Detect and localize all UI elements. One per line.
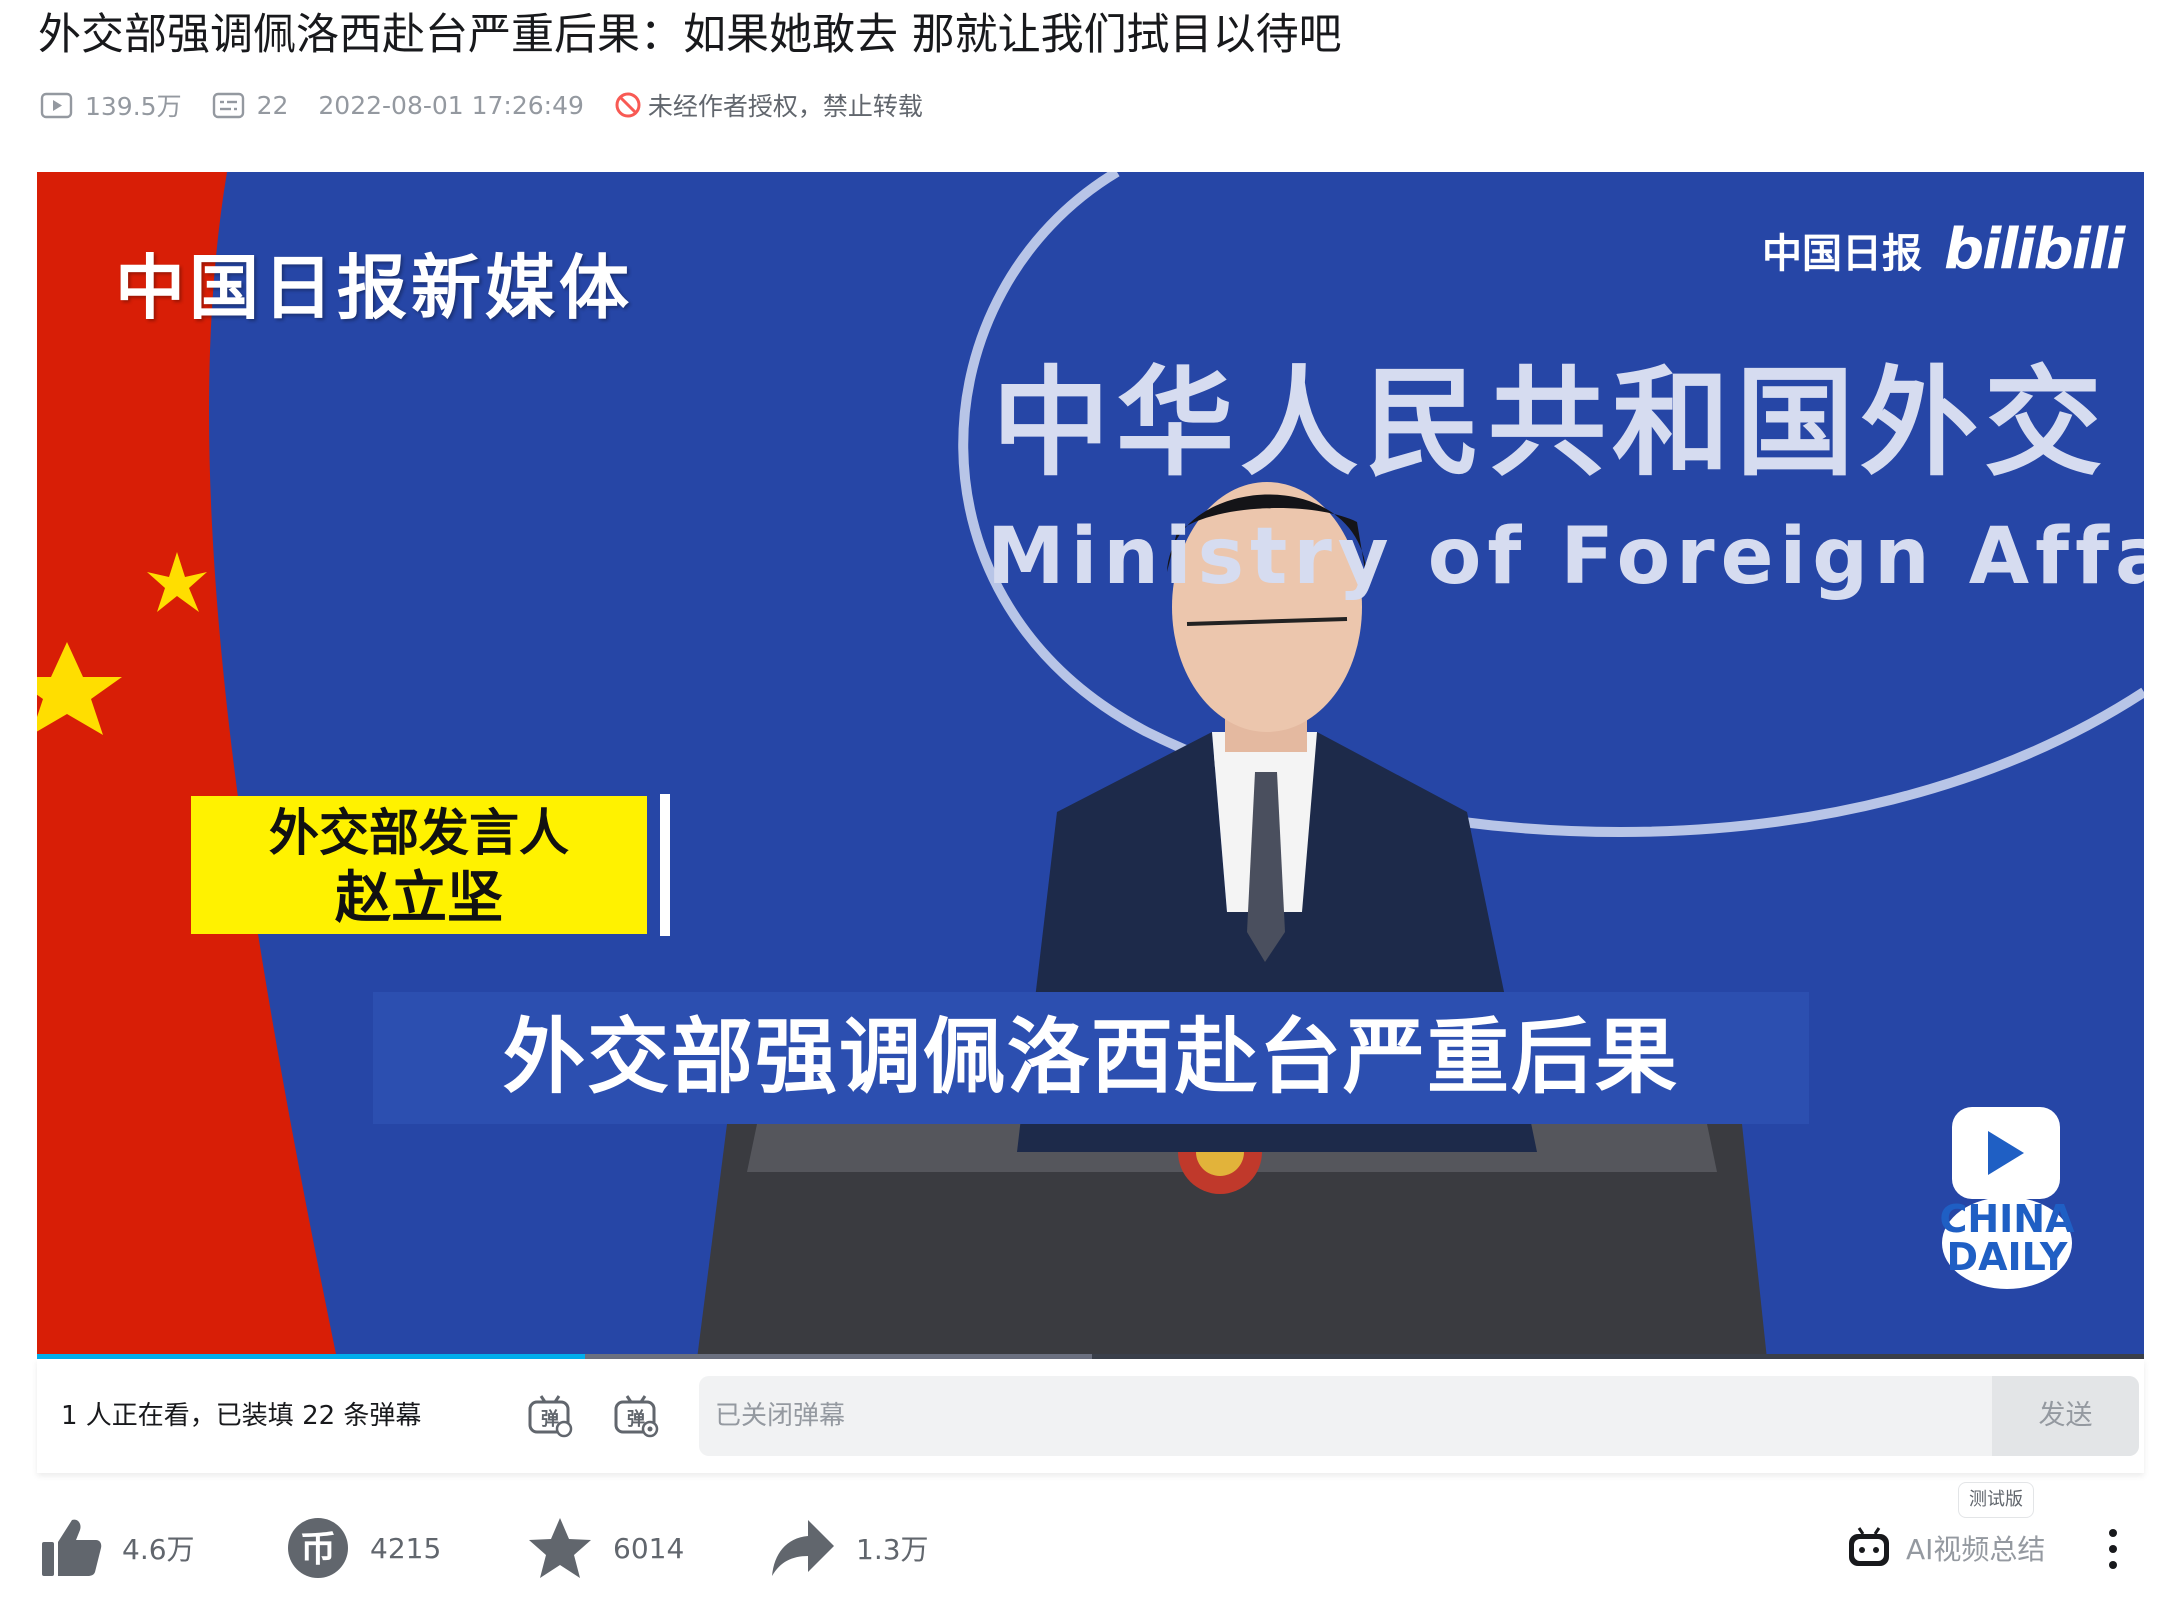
share-button[interactable]: 1.3万 xyxy=(770,1503,929,1593)
video-meta-row: 139.5万 22 2022-08-01 17:26:49 未经作者授权，禁止转… xyxy=(40,83,953,127)
view-count: 139.5万 xyxy=(40,87,182,123)
more-options-icon[interactable] xyxy=(2106,1527,2120,1571)
bilibili-logo: bilibili xyxy=(1944,217,2125,282)
china-daily-logo: CHINA DAILY xyxy=(1937,1107,2077,1292)
speaker-caption: 外交部发言人 赵立坚 xyxy=(191,796,647,934)
svg-text:币: 币 xyxy=(300,1529,336,1570)
publish-time: 2022-08-01 17:26:49 xyxy=(318,90,584,120)
star-icon xyxy=(529,1518,591,1578)
video-player[interactable]: 中国日报新媒体 中国日报 bilibili 中华人民共和国外交 Ministry… xyxy=(37,172,2144,1359)
danmaku-toggle-icon[interactable]: 弹 xyxy=(527,1392,573,1438)
share-arrow-icon xyxy=(772,1520,834,1576)
view-count-value: 139.5万 xyxy=(85,92,182,121)
danmaku-count: 22 xyxy=(212,90,289,120)
copyright-text: 未经作者授权，禁止转载 xyxy=(647,92,923,121)
corner-logo-text: 中国日报 xyxy=(1762,230,1922,277)
danmaku-icon xyxy=(212,92,244,118)
play-count-icon xyxy=(40,92,73,118)
forbidden-icon xyxy=(615,92,641,118)
danmaku-settings-icon[interactable]: 弹 xyxy=(613,1392,659,1438)
share-count: 1.3万 xyxy=(856,1533,929,1566)
danmaku-input[interactable] xyxy=(699,1376,2139,1456)
china-daily-line2: DAILY xyxy=(1946,1235,2068,1279)
action-bar: 4.6万 币 4215 6014 1.3万 AI视频总结 xyxy=(40,1503,2150,1593)
backdrop-cn-text: 中华人民共和国外交 xyxy=(992,354,2109,492)
speaker-title: 外交部发言人 xyxy=(269,804,569,862)
speaker-name: 赵立坚 xyxy=(335,866,503,931)
coin-icon: 币 xyxy=(288,1518,348,1578)
frame-watermark: 中国日报新媒体 xyxy=(115,246,633,329)
danmaku-bar: 1 人正在看，已装填 22 条弹幕 弹 弹 发送 xyxy=(37,1359,2144,1473)
subtitle-text: 外交部强调佩洛西赴台严重后果 xyxy=(502,1010,1679,1105)
favorite-count: 6014 xyxy=(613,1531,685,1565)
coin-count: 4215 xyxy=(370,1531,442,1565)
beta-badge: 测试版 xyxy=(1958,1482,2034,1518)
copyright-notice: 未经作者授权，禁止转载 xyxy=(614,87,923,123)
play-icon xyxy=(1988,1131,2024,1175)
backdrop-en-text: Ministry of Foreign Affa xyxy=(987,512,2144,602)
corner-logo: 中国日报 bilibili xyxy=(1762,217,2125,282)
thumbs-up-icon xyxy=(42,1519,102,1576)
favorite-button[interactable]: 6014 xyxy=(527,1503,684,1593)
danmaku-count-value: 22 xyxy=(256,90,289,120)
viewer-status: 1 人正在看，已装填 22 条弹幕 xyxy=(61,1401,422,1431)
send-button[interactable]: 发送 xyxy=(1992,1376,2139,1456)
like-count: 4.6万 xyxy=(122,1533,195,1566)
like-button[interactable]: 4.6万 xyxy=(40,1503,195,1593)
ai-robot-icon xyxy=(1849,1527,1889,1566)
video-title: 外交部强调佩洛西赴台严重后果：如果她敢去 那就让我们拭目以待吧 xyxy=(38,10,1342,60)
ai-summary-label: AI视频总结 xyxy=(1906,1533,2046,1566)
caption-divider xyxy=(660,794,670,936)
coin-button[interactable]: 币 4215 xyxy=(286,1503,441,1593)
china-daily-line1: CHINA xyxy=(1939,1197,2075,1241)
